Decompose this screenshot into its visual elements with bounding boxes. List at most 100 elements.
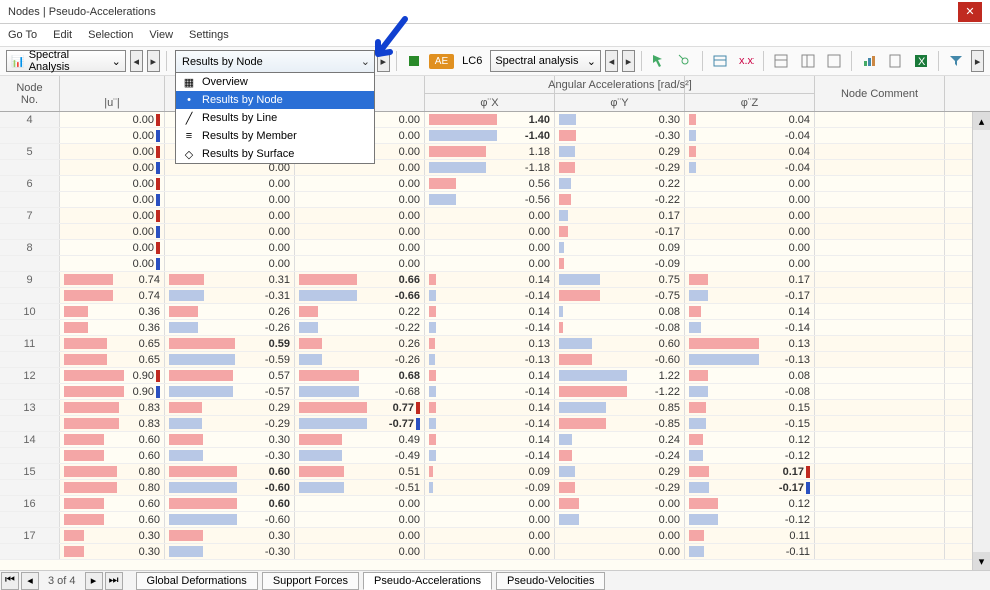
vertical-scrollbar[interactable]: ▴ ▾ <box>972 112 990 570</box>
table-cell: 0.57 <box>165 368 295 383</box>
table-row[interactable]: 160.600.600.000.000.000.12 <box>0 496 972 512</box>
table-row[interactable]: 0.000.000.000.00-0.170.00 <box>0 224 972 240</box>
table-cell <box>815 496 945 511</box>
page-info: 3 of 4 <box>40 575 84 587</box>
lc-next-button[interactable]: ▸ <box>622 50 635 72</box>
table-layout-1-button[interactable] <box>770 50 792 72</box>
menu-view[interactable]: View <box>149 29 173 41</box>
lc-prev-button[interactable]: ◂ <box>605 50 618 72</box>
option-results-by-surface[interactable]: ◇Results by Surface <box>176 145 374 163</box>
nav-next-button[interactable]: ▸ <box>147 50 160 72</box>
results-combo-value[interactable]: Results by Node ⌄ <box>176 51 374 73</box>
table-cell: 0.14 <box>425 304 555 319</box>
page-last-button[interactable]: ⏭ <box>105 572 123 590</box>
table-row[interactable]: 170.300.300.000.000.000.11 <box>0 528 972 544</box>
table-row[interactable]: 0.000.000.00-0.56-0.220.00 <box>0 192 972 208</box>
option-results-by-member[interactable]: ≡Results by Member <box>176 127 374 145</box>
table-cell: 0.00 <box>555 496 685 511</box>
table-row[interactable]: 110.650.590.260.130.600.13 <box>0 336 972 352</box>
footer-bar: ⏮ ◂ 3 of 4 ▸ ⏭ Global DeformationsSuppor… <box>0 570 990 590</box>
chart-button[interactable] <box>858 50 880 72</box>
tab-global-deformations[interactable]: Global Deformations <box>136 572 258 590</box>
col-u-header[interactable]: |u¨| <box>60 76 165 111</box>
table-row[interactable]: 140.600.300.490.140.240.12 <box>0 432 972 448</box>
table-cell: 0.60 <box>60 432 165 447</box>
svg-text:X: X <box>918 56 926 68</box>
table-cell <box>0 288 60 303</box>
page-prev-button[interactable]: ◂ <box>21 572 39 590</box>
menu-selection[interactable]: Selection <box>88 29 133 41</box>
col-comment-header[interactable]: Node Comment <box>815 76 945 111</box>
table-row[interactable]: 0.60-0.600.000.000.00-0.12 <box>0 512 972 528</box>
scroll-up-button[interactable]: ▴ <box>973 112 990 130</box>
page-first-button[interactable]: ⏮ <box>1 572 19 590</box>
toolbar: 📊 Spectral Analysis ⌄ ◂ ▸ ◂ ▸ AE LC6 Spe… <box>0 46 990 76</box>
table-row[interactable]: 0.36-0.26-0.22-0.14-0.08-0.14 <box>0 320 972 336</box>
col-node-header[interactable]: Node No. <box>0 76 60 111</box>
loadcase-combo[interactable]: Spectral analysis ⌄ <box>490 50 601 72</box>
table-row[interactable]: 0.000.000.00-1.18-0.29-0.04 <box>0 160 972 176</box>
table-cell: 0.60 <box>555 336 685 351</box>
table-cell <box>815 512 945 527</box>
view-toggle-button[interactable] <box>709 50 731 72</box>
table-row[interactable]: 60.000.000.000.560.220.00 <box>0 176 972 192</box>
option-overview[interactable]: ▦Overview <box>176 73 374 91</box>
tab-pseudo-velocities[interactable]: Pseudo-Velocities <box>496 572 605 590</box>
table-row[interactable]: 0.60-0.30-0.49-0.14-0.24-0.12 <box>0 448 972 464</box>
table-row[interactable]: 40.000.001.400.300.04 <box>0 112 972 128</box>
table-cell: 0.00 <box>60 112 165 127</box>
table-row[interactable]: 90.740.310.660.140.750.17 <box>0 272 972 288</box>
surface-icon: ◇ <box>182 148 196 161</box>
table-cell: 17 <box>0 528 60 543</box>
option-results-by-node[interactable]: •Results by Node <box>176 91 374 109</box>
select-nodes-button[interactable] <box>648 50 670 72</box>
table-cell: -0.08 <box>555 320 685 335</box>
table-cell: 0.36 <box>60 320 165 335</box>
toolbar-more-button[interactable]: ▸ <box>971 50 984 72</box>
table-row[interactable]: 0.90-0.57-0.68-0.14-1.22-0.08 <box>0 384 972 400</box>
grid-body: 40.000.001.400.300.040.000.00-1.40-0.30-… <box>0 112 972 570</box>
filter-button[interactable] <box>945 50 967 72</box>
table-row[interactable]: 0.30-0.300.000.000.00-0.11 <box>0 544 972 560</box>
table-cell <box>815 240 945 255</box>
table-row[interactable]: 70.000.000.000.000.170.00 <box>0 208 972 224</box>
table-row[interactable]: 150.800.600.510.090.290.17 <box>0 464 972 480</box>
close-button[interactable]: ✕ <box>958 2 982 22</box>
tab-support-forces[interactable]: Support Forces <box>262 572 359 590</box>
angular-accel-group-header: Angular Accelerations [rad/s²] <box>425 76 815 94</box>
table-row[interactable]: 0.65-0.59-0.26-0.13-0.60-0.13 <box>0 352 972 368</box>
table-cell <box>815 272 945 287</box>
table-row[interactable]: 120.900.570.680.141.220.08 <box>0 368 972 384</box>
table-cell: -0.60 <box>165 512 295 527</box>
menu-settings[interactable]: Settings <box>189 29 229 41</box>
tab-pseudo-accelerations[interactable]: Pseudo-Accelerations <box>363 572 492 590</box>
table-layout-3-button[interactable] <box>823 50 845 72</box>
table-row[interactable]: 80.000.000.000.000.090.00 <box>0 240 972 256</box>
table-row[interactable]: 0.74-0.31-0.66-0.14-0.75-0.17 <box>0 288 972 304</box>
menu-goto[interactable]: Go To <box>8 29 37 41</box>
scroll-down-button[interactable]: ▾ <box>973 552 990 570</box>
table-cell: 0.12 <box>685 432 815 447</box>
table-cell: 0.14 <box>425 272 555 287</box>
excel-button[interactable]: X <box>910 50 932 72</box>
table-row[interactable]: 0.83-0.29-0.77-0.14-0.85-0.15 <box>0 416 972 432</box>
table-row[interactable]: 0.80-0.60-0.51-0.09-0.29-0.17 <box>0 480 972 496</box>
pick-node-button[interactable] <box>674 50 696 72</box>
table-row[interactable]: 100.360.260.220.140.080.14 <box>0 304 972 320</box>
menu-edit[interactable]: Edit <box>53 29 72 41</box>
page-next-button[interactable]: ▸ <box>85 572 103 590</box>
table-layout-2-button[interactable] <box>796 50 818 72</box>
nav-prev-button[interactable]: ◂ <box>130 50 143 72</box>
analysis-type-combo[interactable]: 📊 Spectral Analysis ⌄ <box>6 50 126 72</box>
results-by-combo[interactable]: Results by Node ⌄ ▦Overview •Results by … <box>175 50 375 164</box>
table-cell: 0.00 <box>60 176 165 191</box>
table-cell: 0.31 <box>165 272 295 287</box>
table-row[interactable]: 50.000.000.001.180.290.04 <box>0 144 972 160</box>
option-results-by-line[interactable]: ╱Results by Line <box>176 109 374 127</box>
table-row[interactable]: 0.000.00-1.40-0.30-0.04 <box>0 128 972 144</box>
sheet-button[interactable] <box>884 50 906 72</box>
table-row[interactable]: 0.000.000.000.00-0.090.00 <box>0 256 972 272</box>
table-cell <box>0 416 60 431</box>
table-row[interactable]: 130.830.290.770.140.850.15 <box>0 400 972 416</box>
decimals-button[interactable]: x.xx <box>735 50 757 72</box>
